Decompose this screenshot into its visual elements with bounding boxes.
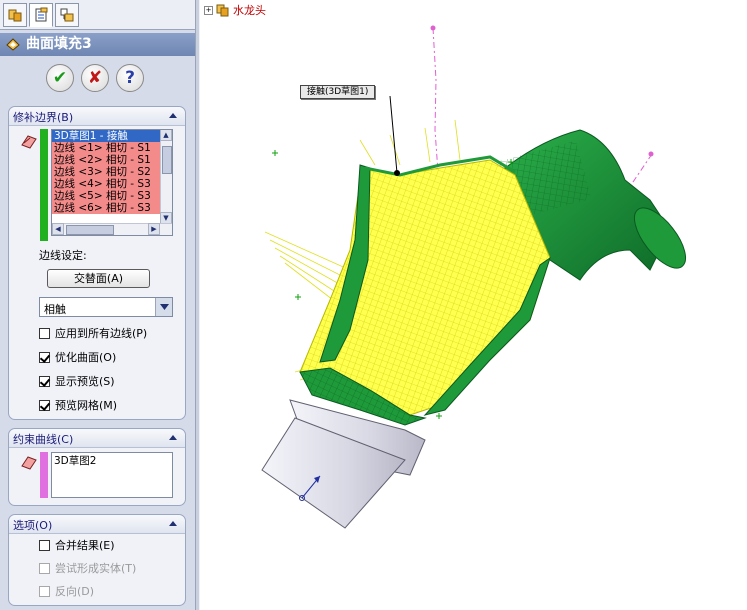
checkbox-label: 合并结果(E) — [55, 539, 115, 552]
manager-tab-bar — [0, 0, 195, 30]
selection-color-stripe — [40, 129, 48, 241]
list-item[interactable]: 3D草图1 - 接触 — [52, 130, 172, 142]
reverse-checkbox: 反向(D) — [39, 583, 94, 599]
chevron-down-icon[interactable] — [155, 298, 172, 316]
checkbox-label: 优化曲面(O) — [55, 351, 117, 364]
options-group: 选项(O) 合并结果(E) 尝试形成实体(T) 反向(D) — [8, 514, 186, 606]
list-item[interactable]: 边线 <4> 相切 - S3 — [52, 178, 172, 190]
hscroll-thumb[interactable] — [66, 225, 114, 235]
checkmark-icon: ✔ — [52, 68, 68, 88]
checkbox-box — [39, 585, 50, 597]
configuration-manager-icon — [60, 8, 74, 22]
contact-callout[interactable]: 接触(3D草图1) — [300, 85, 376, 99]
feature-title: 曲面填充3 — [26, 36, 92, 52]
patch-boundary-header[interactable]: 修补边界(B) — [9, 107, 185, 126]
close-icon: ✘ — [87, 68, 103, 88]
checkbox-label: 预览网格(M) — [55, 399, 118, 412]
model-view[interactable] — [200, 0, 747, 610]
constraint-listbox[interactable]: 3D草图2 — [51, 452, 173, 498]
checkbox-box — [39, 562, 50, 574]
feature-manager-icon — [8, 9, 22, 22]
collapse-caret-icon[interactable] — [169, 113, 177, 118]
constraint-curves-group: 约束曲线(C) 3D草图2 — [8, 428, 186, 506]
checkbox-label: 反向(D) — [55, 585, 95, 598]
scroll-right-icon[interactable]: ▶ — [148, 223, 160, 235]
optimize-surface-checkbox[interactable]: 优化曲面(O) — [39, 349, 116, 365]
try-form-solid-checkbox: 尝试形成实体(T) — [39, 560, 136, 576]
checkbox-label: 应用到所有边线(P) — [55, 327, 148, 340]
fill-surface-icon — [6, 38, 20, 51]
checkbox-box[interactable] — [39, 539, 50, 551]
feature-title-bar: 曲面填充3 — [0, 33, 195, 56]
axis-endpoint — [430, 25, 436, 31]
boundary-listbox[interactable]: 3D草图1 - 接触 边线 <1> 相切 - S1 边线 <2> 相切 - S1… — [51, 129, 173, 236]
edge-settings-label: 边线设定: — [39, 249, 87, 262]
scroll-up-icon[interactable]: ▲ — [160, 130, 172, 141]
checkbox-box[interactable] — [39, 351, 50, 363]
list-item[interactable]: 3D草图2 — [52, 455, 172, 467]
list-item[interactable]: 边线 <2> 相切 - S1 — [52, 154, 172, 166]
list-item[interactable]: 边线 <6> 相切 - S3 — [52, 202, 172, 214]
scroll-thumb[interactable] — [162, 146, 172, 174]
ok-button[interactable]: ✔ — [46, 64, 74, 92]
scroll-left-icon[interactable]: ◀ — [52, 223, 64, 235]
checkbox-box[interactable] — [39, 399, 50, 411]
tab-feature-manager[interactable] — [3, 3, 27, 27]
property-manager-panel: 曲面填充3 ✔ ✘ ? 修补边界(B) 3D草图1 - 接触 边线 <1> 相切… — [0, 0, 195, 610]
curvature-control-value: 相触 — [44, 303, 66, 316]
tab-configuration-manager[interactable] — [55, 3, 79, 27]
action-buttons: ✔ ✘ ? — [0, 64, 195, 96]
tab-property-manager[interactable] — [29, 3, 53, 27]
checkbox-label: 显示预览(S) — [55, 375, 115, 388]
callout-leader — [389, 95, 398, 174]
preview-mesh-checkbox[interactable]: 预览网格(M) — [39, 397, 117, 413]
edge-selection-icon — [21, 135, 37, 149]
list-item[interactable]: 边线 <5> 相切 - S3 — [52, 190, 172, 202]
show-preview-checkbox[interactable]: 显示预览(S) — [39, 373, 115, 389]
collapse-caret-icon[interactable] — [169, 521, 177, 526]
list-item[interactable]: 边线 <1> 相切 - S1 — [52, 142, 172, 154]
property-manager-icon — [35, 7, 48, 22]
curve-selection-icon — [21, 456, 37, 470]
options-title: 选项(O) — [13, 519, 53, 532]
apply-all-edges-checkbox[interactable]: 应用到所有边线(P) — [39, 325, 147, 341]
merge-result-checkbox[interactable]: 合并结果(E) — [39, 537, 115, 553]
selection-color-stripe — [40, 452, 48, 498]
cancel-button[interactable]: ✘ — [81, 64, 109, 92]
patch-boundary-group: 修补边界(B) 3D草图1 - 接触 边线 <1> 相切 - S1 边线 <2>… — [8, 106, 186, 420]
help-icon: ? — [125, 68, 135, 88]
patch-boundary-title: 修补边界(B) — [13, 111, 74, 124]
options-header[interactable]: 选项(O) — [9, 515, 185, 534]
vertical-scrollbar[interactable]: ▲ ▼ — [160, 130, 172, 224]
collapse-caret-icon[interactable] — [169, 435, 177, 440]
constraint-curves-header[interactable]: 约束曲线(C) — [9, 429, 185, 448]
horizontal-scrollbar[interactable]: ◀ ▶ — [52, 223, 172, 235]
list-item[interactable]: 边线 <3> 相切 - S2 — [52, 166, 172, 178]
checkbox-label: 尝试形成实体(T) — [55, 562, 137, 575]
constraint-curves-title: 约束曲线(C) — [13, 433, 74, 446]
checkbox-box[interactable] — [39, 327, 50, 339]
axis-endpoint — [648, 151, 654, 157]
help-button[interactable]: ? — [116, 64, 144, 92]
alternate-face-button[interactable]: 交替面(A) — [47, 269, 150, 288]
graphics-area[interactable]: + 水龙头 接触(3D草图1) — [200, 0, 747, 610]
checkbox-box[interactable] — [39, 375, 50, 387]
curvature-control-select[interactable]: 相触 — [39, 297, 173, 317]
